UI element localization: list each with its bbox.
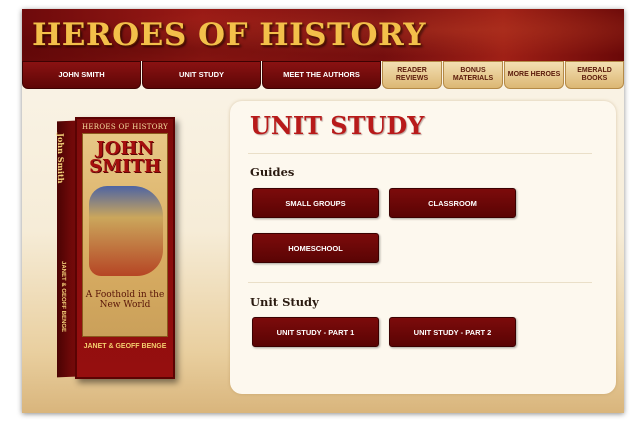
cover-author: JANET & GEOFF BENGE — [83, 343, 167, 350]
cover-hero-name: JOHN SMITH — [89, 138, 161, 177]
site-logo-title[interactable]: HEROES OF HISTORY — [32, 17, 426, 53]
cover-series-title: HEROES OF HISTORY — [81, 123, 169, 131]
nav-tab-john-smith[interactable]: JOHN SMITH — [22, 61, 141, 89]
cover-subtitle: A Foothold in the New World — [85, 290, 165, 310]
homeschool-button[interactable]: HOMESCHOOL — [252, 233, 379, 263]
nav-tab-meet-the-authors[interactable]: MEET THE AUTHORS — [262, 61, 381, 89]
unit-study-part-1-button[interactable]: UNIT STUDY - PART 1 — [252, 317, 379, 347]
book-cover-image: John Smith JANET & GEOFF BENGE HEROES OF… — [56, 117, 177, 379]
divider — [248, 153, 592, 154]
nav-tab-more-heroes[interactable]: MORE HEROES — [504, 61, 564, 89]
page-frame: HEROES OF HISTORY JOHN SMITH UNIT STUDY … — [22, 9, 624, 413]
unit-study-heading: Unit Study — [250, 295, 319, 309]
book-front: HEROES OF HISTORY JOHN SMITH A Foothold … — [75, 117, 175, 379]
main-nav: JOHN SMITH UNIT STUDY MEET THE AUTHORS R… — [22, 61, 624, 91]
site-banner: HEROES OF HISTORY — [22, 9, 624, 61]
nav-tab-emerald-books[interactable]: EMERALD BOOKS — [565, 61, 624, 89]
cover-artwork: JOHN SMITH A Foothold in the New World — [82, 133, 168, 337]
classroom-button[interactable]: CLASSROOM — [389, 188, 516, 218]
unit-study-part-2-button[interactable]: UNIT STUDY - PART 2 — [389, 317, 516, 347]
page-title: UNIT STUDY — [250, 111, 425, 140]
book-spine: John Smith JANET & GEOFF BENGE — [56, 120, 75, 378]
content-panel: UNIT STUDY Guides SMALL GROUPS CLASSROOM… — [230, 101, 616, 394]
nav-tab-unit-study[interactable]: UNIT STUDY — [142, 61, 261, 89]
nav-tab-reader-reviews[interactable]: READER REVIEWS — [382, 61, 442, 89]
divider — [248, 282, 592, 283]
spine-title: John Smith — [56, 133, 66, 184]
nav-tab-bonus-materials[interactable]: BONUS MATERIALS — [443, 61, 503, 89]
spine-author: JANET & GEOFF BENGE — [60, 261, 66, 333]
map-illustration — [89, 186, 163, 276]
guides-heading: Guides — [250, 165, 295, 179]
small-groups-button[interactable]: SMALL GROUPS — [252, 188, 379, 218]
